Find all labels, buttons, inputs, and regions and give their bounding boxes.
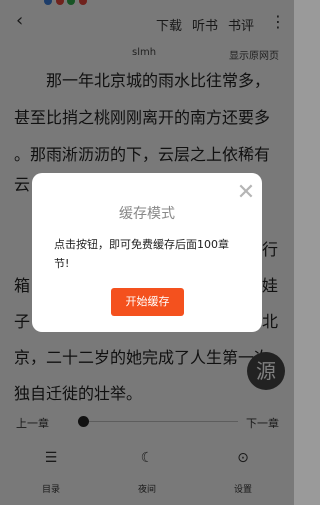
reader-screen: ‹ 下载 听书 书评 ⋮ slmh 显示原网页 那一年北京城的雨水比往常多， 甚…	[0, 0, 294, 505]
cache-dialog: ✕ 缓存模式 点击按钮，即可免费缓存后面100章节! 开始缓存	[32, 173, 262, 332]
close-icon[interactable]: ✕	[235, 182, 257, 204]
dialog-message: 点击按钮，即可免费缓存后面100章节!	[54, 238, 229, 270]
start-cache-button[interactable]: 开始缓存	[111, 288, 184, 316]
dialog-title: 缓存模式	[119, 206, 175, 222]
